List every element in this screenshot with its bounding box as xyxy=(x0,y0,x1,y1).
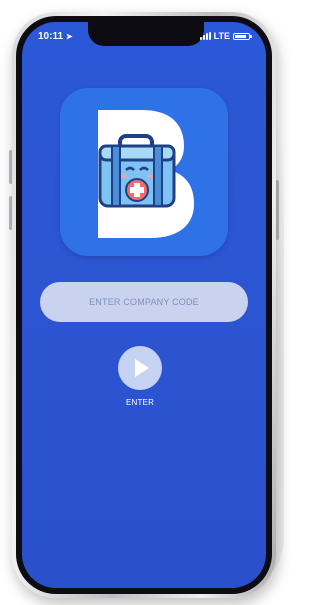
battery-icon xyxy=(233,32,252,40)
location-arrow-icon: ➤ xyxy=(65,32,73,41)
network-type: LTE xyxy=(213,31,230,41)
play-icon xyxy=(135,359,149,377)
company-code-input[interactable] xyxy=(40,282,248,322)
enter-label: ENTER xyxy=(125,398,155,407)
enter-button[interactable] xyxy=(118,346,162,390)
status-time-text: 10:11 xyxy=(38,31,64,42)
status-indicators: LTE xyxy=(199,31,252,41)
notch xyxy=(88,22,204,46)
signal-icon xyxy=(199,32,211,40)
status-time: 10:11 ➤ xyxy=(38,31,73,42)
medical-kit-b-logo-icon xyxy=(98,110,194,238)
app-screen: 10:11 ➤ LTE ENTER COMPANY CODE ENTER xyxy=(22,22,266,588)
app-logo xyxy=(60,88,228,256)
